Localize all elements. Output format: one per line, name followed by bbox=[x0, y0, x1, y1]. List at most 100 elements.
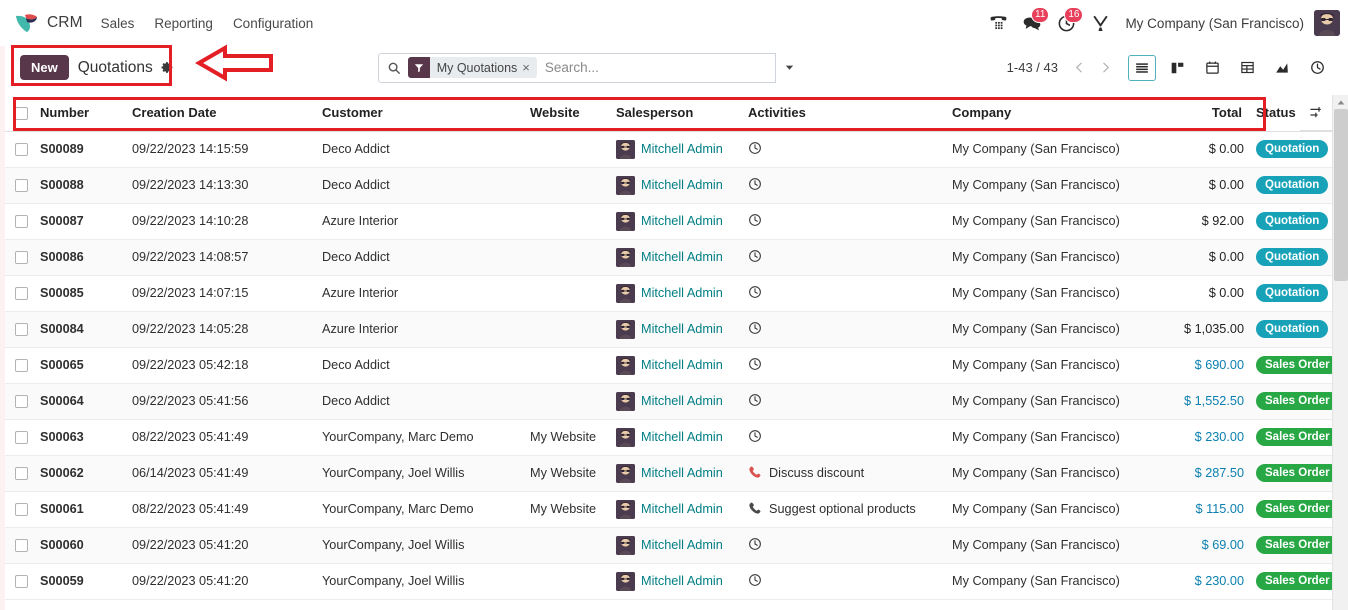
row-checkbox[interactable] bbox=[14, 251, 28, 265]
cell-salesperson[interactable]: Mitchell Admin bbox=[610, 203, 742, 240]
cell-number[interactable]: S00060 bbox=[34, 527, 126, 564]
salesperson-name[interactable]: Mitchell Admin bbox=[641, 502, 723, 516]
table-row[interactable]: S00064 09/22/2023 05:41:56 Deco Addict Mit… bbox=[0, 383, 1339, 420]
salesperson-name[interactable]: Mitchell Admin bbox=[641, 250, 723, 264]
activity-view-icon[interactable] bbox=[1303, 55, 1331, 81]
cell-number[interactable]: S00084 bbox=[34, 311, 126, 348]
cell-activities[interactable] bbox=[742, 563, 946, 600]
cell-activities[interactable]: Suggest optional products bbox=[742, 491, 946, 528]
cell-salesperson[interactable]: Mitchell Admin bbox=[610, 311, 742, 348]
table-row[interactable]: S00087 09/22/2023 14:10:28 Azure Interior … bbox=[0, 203, 1332, 240]
salesperson-name[interactable]: Mitchell Admin bbox=[641, 322, 723, 336]
table-row[interactable]: S00059 09/22/2023 05:41:20 YourCompany, Jo… bbox=[0, 563, 1339, 600]
cell-activities[interactable] bbox=[742, 311, 946, 348]
column-header-creation-date[interactable]: Creation Date bbox=[126, 95, 316, 132]
pager-next-button[interactable] bbox=[1092, 55, 1118, 81]
clock-icon[interactable] bbox=[748, 573, 762, 590]
gear-icon[interactable] bbox=[161, 61, 174, 74]
clock-icon[interactable] bbox=[748, 393, 762, 410]
cell-activities[interactable] bbox=[742, 383, 946, 420]
column-header-salesperson[interactable]: Salesperson bbox=[610, 95, 742, 132]
cell-salesperson[interactable]: Mitchell Admin bbox=[610, 491, 742, 528]
menu-sales[interactable]: Sales bbox=[101, 16, 135, 31]
table-row[interactable]: S00088 09/22/2023 14:13:30 Deco Addict Mit… bbox=[0, 167, 1332, 204]
column-header-company[interactable]: Company bbox=[946, 95, 1158, 132]
voip-phone-icon[interactable] bbox=[981, 8, 1015, 38]
cell-salesperson[interactable]: Mitchell Admin bbox=[610, 383, 742, 420]
clock-icon[interactable] bbox=[748, 177, 762, 194]
table-row[interactable]: S00086 09/22/2023 14:08:57 Deco Addict Mit… bbox=[0, 239, 1332, 276]
user-avatar[interactable] bbox=[1314, 10, 1340, 36]
cell-activities[interactable] bbox=[742, 239, 946, 276]
row-checkbox[interactable] bbox=[14, 323, 28, 337]
salesperson-name[interactable]: Mitchell Admin bbox=[641, 178, 723, 192]
table-row[interactable]: S00061 08/22/2023 05:41:49 YourCompany, Ma… bbox=[0, 491, 1339, 528]
cell-number[interactable]: S00062 bbox=[34, 455, 126, 492]
odoo-logo-icon[interactable] bbox=[14, 12, 40, 34]
scroll-up-arrow-icon[interactable] bbox=[1333, 95, 1348, 109]
row-checkbox[interactable] bbox=[14, 575, 28, 589]
salesperson-name[interactable]: Mitchell Admin bbox=[641, 214, 723, 228]
clock-icon[interactable] bbox=[748, 357, 762, 374]
kanban-view-icon[interactable] bbox=[1163, 55, 1191, 81]
new-button[interactable]: New bbox=[20, 55, 69, 80]
cell-activities[interactable]: Discuss discount bbox=[742, 455, 946, 492]
cell-activities[interactable] bbox=[742, 167, 946, 204]
salesperson-name[interactable]: Mitchell Admin bbox=[641, 538, 723, 552]
clock-icon[interactable] bbox=[748, 537, 762, 554]
column-options-icon[interactable] bbox=[1300, 95, 1332, 131]
salesperson-name[interactable]: Mitchell Admin bbox=[641, 142, 723, 156]
row-checkbox[interactable] bbox=[14, 215, 28, 229]
cell-salesperson[interactable]: Mitchell Admin bbox=[610, 419, 742, 456]
phone-icon-overdue[interactable] bbox=[748, 465, 762, 482]
cell-activities[interactable] bbox=[742, 527, 946, 564]
pivot-view-icon[interactable] bbox=[1233, 55, 1261, 81]
phone-icon[interactable] bbox=[748, 501, 762, 518]
chevron-down-icon[interactable] bbox=[774, 52, 803, 83]
row-checkbox[interactable] bbox=[14, 179, 28, 193]
column-header-number[interactable]: Number bbox=[34, 95, 126, 132]
cell-salesperson[interactable]: Mitchell Admin bbox=[610, 131, 742, 168]
cell-number[interactable]: S00065 bbox=[34, 347, 126, 384]
cell-salesperson[interactable]: Mitchell Admin bbox=[610, 275, 742, 312]
row-checkbox[interactable] bbox=[14, 431, 28, 445]
table-row[interactable]: S00089 09/22/2023 14:15:59 Deco Addict Mit… bbox=[0, 131, 1332, 168]
row-checkbox[interactable] bbox=[14, 143, 28, 157]
calendar-view-icon[interactable] bbox=[1198, 55, 1226, 81]
clock-icon[interactable] bbox=[748, 213, 762, 230]
table-row[interactable]: S00060 09/22/2023 05:41:20 YourCompany, Jo… bbox=[0, 527, 1339, 564]
clock-icon[interactable] bbox=[748, 321, 762, 338]
company-selector[interactable]: My Company (San Francisco) bbox=[1125, 16, 1304, 31]
column-header-website[interactable]: Website bbox=[524, 95, 610, 132]
searchview[interactable]: My Quotations × bbox=[377, 52, 803, 83]
row-checkbox[interactable] bbox=[14, 395, 28, 409]
cell-number[interactable]: S00086 bbox=[34, 239, 126, 276]
table-row[interactable]: S00065 09/22/2023 05:42:18 Deco Addict Mit… bbox=[0, 347, 1339, 384]
column-header-customer[interactable]: Customer bbox=[316, 95, 524, 132]
vertical-scrollbar[interactable] bbox=[1332, 95, 1348, 610]
salesperson-name[interactable]: Mitchell Admin bbox=[641, 394, 723, 408]
row-checkbox[interactable] bbox=[14, 287, 28, 301]
salesperson-name[interactable]: Mitchell Admin bbox=[641, 574, 723, 588]
pager-previous-button[interactable] bbox=[1066, 55, 1092, 81]
filter-facet[interactable]: My Quotations × bbox=[407, 57, 537, 78]
salesperson-name[interactable]: Mitchell Admin bbox=[641, 358, 723, 372]
cell-number[interactable]: S00085 bbox=[34, 275, 126, 312]
cell-activities[interactable] bbox=[742, 275, 946, 312]
cell-activities[interactable] bbox=[742, 347, 946, 384]
cell-salesperson[interactable]: Mitchell Admin bbox=[610, 563, 742, 600]
column-header-total[interactable]: Total bbox=[1158, 95, 1250, 132]
list-view-icon[interactable] bbox=[1128, 54, 1156, 81]
cell-salesperson[interactable]: Mitchell Admin bbox=[610, 167, 742, 204]
cell-activities[interactable] bbox=[742, 131, 946, 168]
row-checkbox[interactable] bbox=[14, 503, 28, 517]
search-input[interactable] bbox=[544, 60, 775, 75]
row-checkbox[interactable] bbox=[14, 467, 28, 481]
cell-number[interactable]: S00087 bbox=[34, 203, 126, 240]
salesperson-name[interactable]: Mitchell Admin bbox=[641, 466, 723, 480]
scrollbar-thumb[interactable] bbox=[1334, 109, 1348, 281]
cell-salesperson[interactable]: Mitchell Admin bbox=[610, 455, 742, 492]
cell-activities[interactable] bbox=[742, 419, 946, 456]
clock-icon[interactable] bbox=[748, 249, 762, 266]
wrench-tools-icon[interactable] bbox=[1083, 8, 1117, 38]
